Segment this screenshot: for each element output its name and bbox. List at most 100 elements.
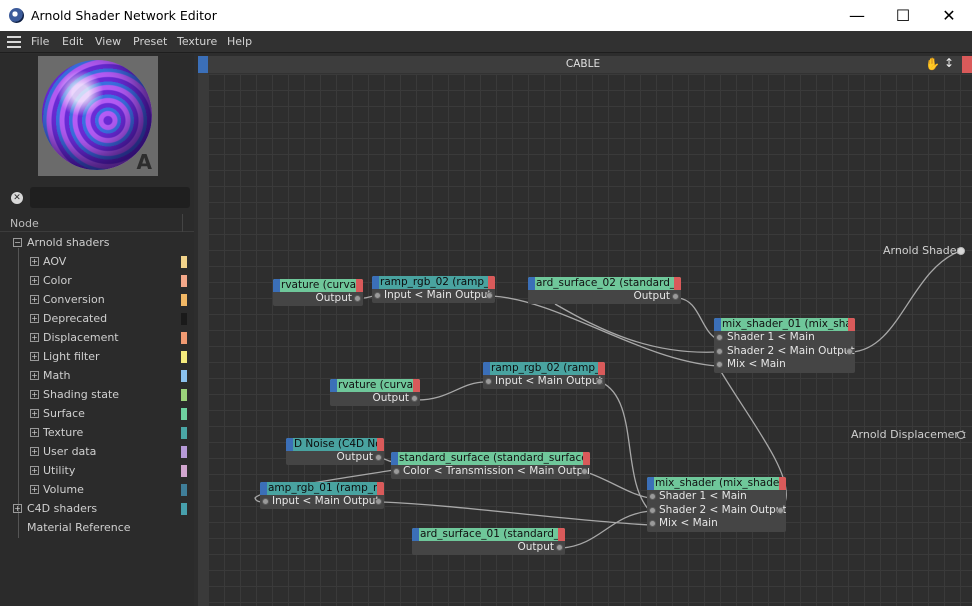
output-port-pin[interactable] [846,347,853,355]
tree-item-surface[interactable]: + Surface [0,405,194,424]
preview-sphere [42,60,152,170]
node-ramp-rgb-02-b[interactable]: ramp_rgb_02 (ramp_rgb Input < Main Outpu… [483,362,605,389]
search-row: ✕ [0,187,194,209]
node-standard-surface-02[interactable]: ard_surface_02 (standard_su Output [528,277,681,304]
node-header[interactable]: ard_surface_02 (standard_su [528,277,681,290]
expand-icon[interactable]: + [30,428,39,437]
output-port-pin[interactable] [354,295,361,302]
collapse-icon[interactable]: − [13,238,22,247]
tree-item-deprecated[interactable]: + Deprecated [0,310,194,329]
node-standard-surface-01[interactable]: ard_surface_01 (standard_sur Output [412,528,565,555]
expand-icon[interactable]: + [13,504,22,513]
minimize-button[interactable]: — [834,0,880,31]
arnold-displacement-input-pin[interactable] [957,431,965,439]
tree-item-shading-state[interactable]: + Shading state [0,386,194,405]
output-port-pin[interactable] [375,454,382,461]
node-mix-shader-01[interactable]: mix_shader_01 (mix_shader Shader 1 < Mai… [714,318,855,373]
tree-item-math[interactable]: + Math [0,367,194,386]
menu-texture[interactable]: Texture [177,35,217,48]
input-port-pin[interactable] [485,378,492,385]
expand-icon[interactable]: + [30,257,39,266]
input-port-pin[interactable] [649,506,656,514]
expand-icon[interactable]: + [30,390,39,399]
node-curvature-2[interactable]: rvature (curvatu Output [330,379,420,406]
node-ramp-rgb-02[interactable]: ramp_rgb_02 (ramp_rgb Input < Main Outpu… [372,276,495,303]
vertical-move-icon[interactable]: ↕ [944,56,954,70]
node-header[interactable]: amp_rgb_01 (ramp_rgb [260,482,384,495]
output-port-pin[interactable] [486,292,493,299]
tree-item-texture[interactable]: + Texture [0,424,194,443]
expand-icon[interactable]: + [30,276,39,285]
output-port-pin[interactable] [672,293,679,300]
expand-icon[interactable]: + [30,352,39,361]
menu-view[interactable]: View [95,35,121,48]
input-port-pin[interactable] [374,292,381,299]
column-divider[interactable] [182,214,183,232]
tree-item-utility[interactable]: + Utility [0,462,194,481]
input-port-pin[interactable] [716,334,723,341]
menu-file[interactable]: File [31,35,49,48]
output-port-pin[interactable] [581,468,588,475]
input-port-pin[interactable] [393,468,400,475]
close-button[interactable]: ✕ [926,0,972,31]
node-header[interactable]: ramp_rgb_02 (ramp_rgb [483,362,605,375]
menu-help[interactable]: Help [227,35,252,48]
maximize-button[interactable]: ☐ [880,0,926,31]
expand-icon[interactable]: + [30,466,39,475]
tree-item-displacement[interactable]: + Displacement [0,329,194,348]
output-port-pin[interactable] [596,378,603,385]
expand-icon[interactable]: + [30,447,39,456]
tree-item-color[interactable]: + Color [0,272,194,291]
node-header[interactable]: mix_shader (mix_shader) [647,477,786,490]
node-header[interactable]: ard_surface_01 (standard_sur [412,528,565,541]
menu-edit[interactable]: Edit [62,35,83,48]
node-graph-canvas[interactable] [208,74,972,606]
node-header[interactable]: rvature (curvatu [330,379,420,392]
node-header[interactable]: mix_shader_01 (mix_shader [714,318,855,331]
tree-item-volume[interactable]: + Volume [0,481,194,500]
node-header[interactable]: D Noise (C4D Noi [286,438,384,451]
node-header[interactable]: standard_surface (standard_surface) [391,452,590,465]
hand-pan-icon[interactable]: ✋ [925,57,940,71]
node-header[interactable]: ramp_rgb_02 (ramp_rgb [372,276,495,289]
arnold-shader-output-label: Arnold Shader [883,244,962,257]
expand-icon[interactable]: + [30,371,39,380]
expand-icon[interactable]: + [30,295,39,304]
node-header[interactable]: rvature (curvatu [273,279,363,292]
menu-preset[interactable]: Preset [133,35,167,48]
port-label: Shader 1 < Main [727,331,815,343]
input-port-pin[interactable] [262,498,269,505]
arnold-shader-input-pin[interactable] [957,247,965,255]
expand-icon[interactable]: + [30,485,39,494]
tree-item-light-filter[interactable]: + Light filter [0,348,194,367]
output-port-pin[interactable] [375,498,382,505]
tree-item-c4d-shaders[interactable]: + C4D shaders [0,500,194,519]
input-port-pin[interactable] [716,347,723,355]
node-standard-surface[interactable]: standard_surface (standard_surface) Colo… [391,452,590,479]
output-port-pin[interactable] [556,544,563,551]
input-port-pin[interactable] [649,493,656,500]
tree-item-arnold-shaders[interactable]: − Arnold shaders [0,234,194,253]
expand-icon[interactable]: + [30,333,39,342]
node-curvature[interactable]: rvature (curvatu Output [273,279,363,306]
tree-item-user-data[interactable]: + User data [0,443,194,462]
port-row: Color < Transmission < Main Output [391,465,590,479]
clear-search-icon[interactable]: ✕ [11,192,23,204]
title-bar: Arnold Shader Network Editor — ☐ ✕ [0,0,972,31]
tree-item-material-reference[interactable]: Material Reference [0,519,194,538]
port-label: Input < Main Output [384,289,492,301]
output-port-pin[interactable] [777,506,784,514]
node-mix-shader[interactable]: mix_shader (mix_shader) Shader 1 < Main … [647,477,786,532]
node-ramp-rgb-01[interactable]: amp_rgb_01 (ramp_rgb Input < Main Output [260,482,384,509]
tree-item-aov[interactable]: + AOV [0,253,194,272]
material-preview: A [38,56,158,176]
tree-item-conversion[interactable]: + Conversion [0,291,194,310]
search-input[interactable] [30,187,190,208]
input-port-pin[interactable] [716,361,723,368]
expand-icon[interactable]: + [30,314,39,323]
expand-icon[interactable]: + [30,409,39,418]
node-c4d-noise[interactable]: D Noise (C4D Noi Output [286,438,384,465]
input-port-pin[interactable] [649,520,656,527]
hamburger-menu-icon[interactable] [7,36,21,48]
output-port-pin[interactable] [411,395,418,402]
